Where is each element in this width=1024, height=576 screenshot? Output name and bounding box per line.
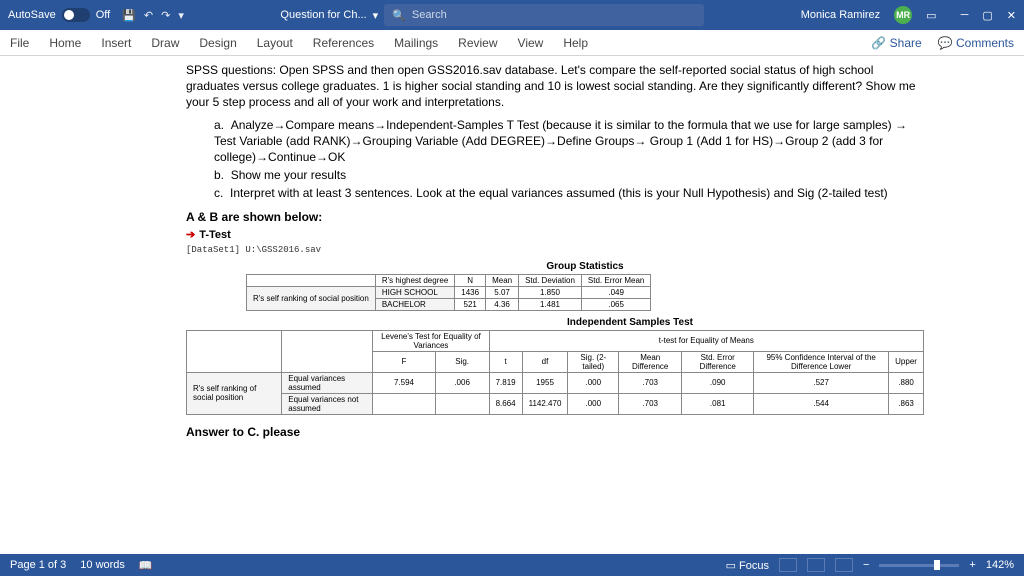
- close-icon[interactable]: ✕: [1007, 9, 1016, 22]
- table-row: Equal variances not assumed8.6641142.470…: [187, 393, 924, 414]
- print-layout-icon[interactable]: [807, 558, 825, 572]
- ribbon-tabs: File Home Insert Draw Design Layout Refe…: [0, 30, 1024, 56]
- table-row: R's self ranking of social position Equa…: [187, 372, 924, 393]
- share-button[interactable]: 🔗 Share: [871, 36, 921, 50]
- minimize-icon[interactable]: ─: [961, 9, 969, 22]
- redo-icon[interactable]: ↷: [161, 9, 170, 22]
- more-icon[interactable]: ▾: [178, 9, 184, 22]
- undo-icon[interactable]: ↶: [144, 9, 153, 22]
- ribbon-display-icon[interactable]: ▭: [926, 9, 936, 22]
- table-row: R's self ranking of social position HIGH…: [247, 286, 651, 298]
- document-title: Question for Ch...▾ 🔍 Search: [184, 4, 801, 26]
- tab-review[interactable]: Review: [458, 36, 497, 50]
- answer-c-heading: Answer to C. please: [186, 425, 924, 439]
- page-indicator[interactable]: Page 1 of 3: [10, 559, 66, 571]
- focus-mode[interactable]: ▭ Focus: [726, 559, 769, 572]
- ttest-heading: T-Test: [199, 229, 231, 241]
- group-statistics-table: R's highest degreeNMeanStd. DeviationStd…: [246, 274, 651, 311]
- tab-layout[interactable]: Layout: [257, 36, 293, 50]
- tab-design[interactable]: Design: [199, 36, 236, 50]
- dataset-label: [DataSet1] U:\GSS2016.sav: [186, 245, 924, 255]
- item-a: a. Analyze→Compare means→Independent-Sam…: [214, 117, 924, 166]
- document-body[interactable]: SPSS questions: Open SPSS and then open …: [0, 56, 1024, 554]
- user-name[interactable]: Monica Ramirez: [801, 9, 880, 21]
- zoom-level[interactable]: 142%: [986, 559, 1014, 571]
- autosave-toggle[interactable]: AutoSave Off: [8, 8, 110, 22]
- word-count[interactable]: 10 words: [80, 559, 125, 571]
- save-icon[interactable]: 💾: [122, 9, 136, 22]
- tab-references[interactable]: References: [313, 36, 374, 50]
- ab-heading: A & B are shown below:: [186, 210, 924, 224]
- tab-view[interactable]: View: [518, 36, 544, 50]
- read-mode-icon[interactable]: [779, 558, 797, 572]
- indep-title: Independent Samples Test: [336, 317, 924, 328]
- web-layout-icon[interactable]: [835, 558, 853, 572]
- zoom-out-icon[interactable]: −: [863, 559, 869, 571]
- intro-text: SPSS questions: Open SPSS and then open …: [186, 62, 924, 111]
- search-icon: 🔍: [392, 9, 406, 22]
- item-b: b. Show me your results: [214, 167, 924, 183]
- zoom-in-icon[interactable]: +: [969, 559, 975, 571]
- spellcheck-icon[interactable]: 📖: [139, 559, 153, 572]
- tab-file[interactable]: File: [10, 36, 29, 50]
- quick-access-toolbar: 💾 ↶ ↷ ▾: [122, 9, 184, 22]
- status-bar: Page 1 of 3 10 words 📖 ▭ Focus − + 142%: [0, 554, 1024, 576]
- arrow-icon: ➔: [186, 229, 195, 241]
- tab-home[interactable]: Home: [49, 36, 81, 50]
- tab-draw[interactable]: Draw: [151, 36, 179, 50]
- tab-mailings[interactable]: Mailings: [394, 36, 438, 50]
- comments-button[interactable]: 💬 Comments: [938, 36, 1014, 50]
- search-box[interactable]: 🔍 Search: [384, 4, 704, 26]
- independent-samples-table: Levene's Test for Equality of Variances …: [186, 330, 924, 415]
- group-stats-title: Group Statistics: [246, 261, 924, 272]
- title-bar: AutoSave Off 💾 ↶ ↷ ▾ Question for Ch...▾…: [0, 0, 1024, 30]
- avatar[interactable]: MR: [894, 6, 912, 24]
- maximize-icon[interactable]: ▢: [982, 9, 992, 22]
- zoom-slider[interactable]: [879, 564, 959, 567]
- tab-insert[interactable]: Insert: [101, 36, 131, 50]
- tab-help[interactable]: Help: [563, 36, 588, 50]
- item-c: c. Interpret with at least 3 sentences. …: [214, 185, 924, 201]
